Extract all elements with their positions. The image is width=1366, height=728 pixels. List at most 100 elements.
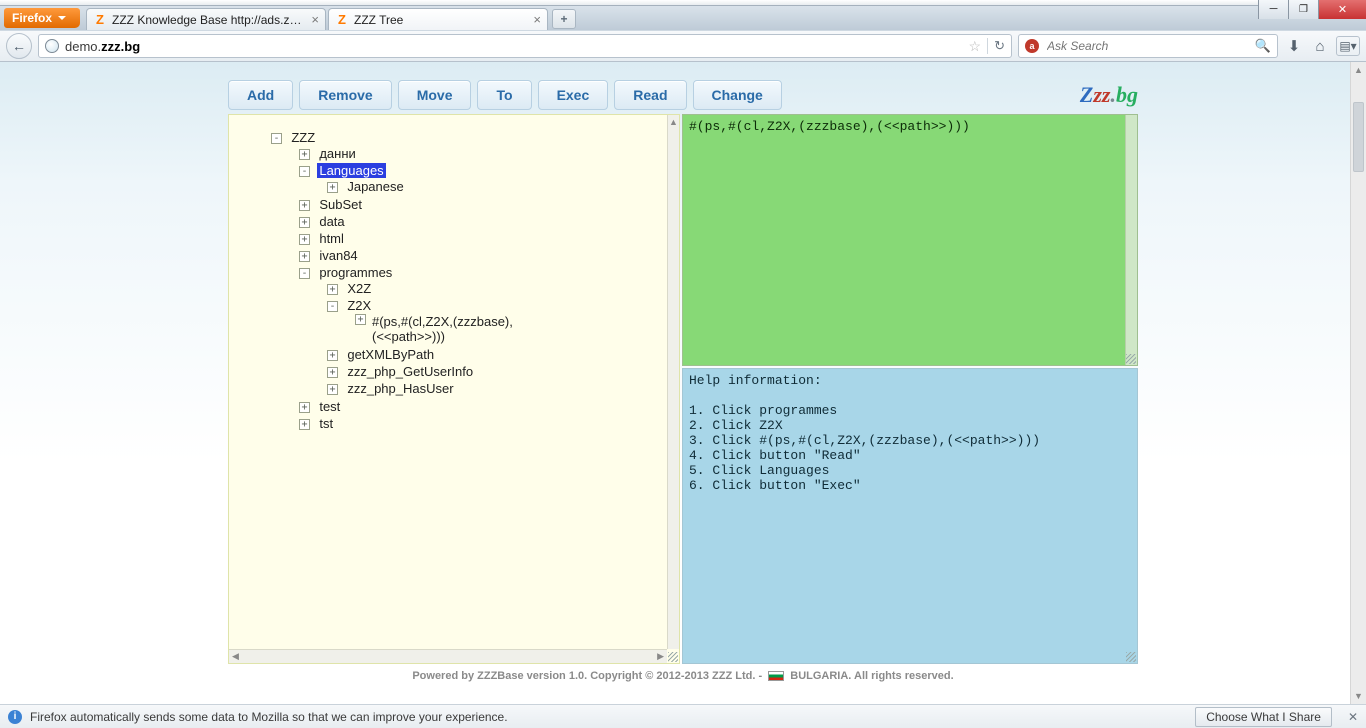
tree-toggle-icon[interactable]: - [299,166,310,177]
tab-close-icon[interactable]: × [311,12,319,27]
scroll-down-icon[interactable]: ▼ [1351,688,1366,704]
remove-button[interactable]: Remove [299,80,391,110]
search-icon[interactable]: 🔍 [1255,38,1271,54]
read-button[interactable]: Read [614,80,686,110]
resize-grip-icon[interactable] [1126,354,1136,364]
tree-vertical-scrollbar[interactable]: ▲ [667,115,679,649]
tree-toggle-icon[interactable]: - [299,268,310,279]
url-text: demo.zzz.bg [65,39,963,54]
resize-grip-icon[interactable] [668,652,678,662]
home-icon[interactable]: ⌂ [1310,36,1330,56]
scroll-right-icon[interactable]: ▶ [657,651,664,662]
tree-node[interactable]: данни [317,146,357,161]
tree-node[interactable]: tst [317,416,335,431]
search-bar[interactable]: a 🔍 [1018,34,1278,58]
tree-node-selected[interactable]: Languages [317,163,385,178]
page-footer: Powered by ZZZBase version 1.0. Copyrigh… [228,670,1138,682]
browser-tab[interactable]: Z ZZZ Knowledge Base http://ads.zzz.b...… [86,8,326,30]
tree-toggle-icon[interactable]: + [327,384,338,395]
tree-node[interactable]: SubSet [317,197,364,212]
page-viewport: ▲ ▼ Add Remove Move To Exec Read Change … [0,62,1366,704]
flag-bg-icon [768,671,784,681]
window-titlebar: ─ ❐ ✕ [0,0,1366,6]
browser-navbar: ← demo.zzz.bg ☆ ↻ a 🔍 ⬇ ⌂ ▤▾ [0,30,1366,62]
tree-node[interactable]: data [317,214,346,229]
tab-title: ZZZ Knowledge Base http://ads.zzz.b... [112,13,305,27]
search-engine-icon[interactable]: a [1025,39,1039,53]
tree-node[interactable]: programmes [317,265,394,280]
tree-toggle-icon[interactable]: + [327,284,338,295]
move-button[interactable]: Move [398,80,472,110]
tree-toggle-icon[interactable]: - [271,133,282,144]
tree-toggle-icon[interactable]: + [299,200,310,211]
nav-back-button[interactable]: ← [6,33,32,59]
tree-panel: - ZZZ + данни - Languages + Japanese [228,114,680,664]
tree-toggle-icon[interactable]: + [299,419,310,430]
tree-horizontal-scrollbar[interactable]: ◀ ▶ [229,649,667,663]
info-bar: i Firefox automatically sends some data … [0,704,1366,728]
help-text: Help information: 1. Click programmes 2.… [683,369,1137,497]
add-button[interactable]: Add [228,80,293,110]
tree-node[interactable]: getXMLByPath [345,347,436,362]
browser-tab[interactable]: Z ZZZ Tree × [328,8,548,30]
tree-node[interactable]: Japanese [345,179,405,194]
tree-node[interactable]: Z2X [345,298,373,313]
downloads-icon[interactable]: ⬇ [1284,36,1304,56]
change-button[interactable]: Change [693,80,782,110]
tree-node[interactable]: #(ps,#(cl,Z2X,(zzzbase),(<<path>>))) [370,314,540,344]
exec-button[interactable]: Exec [538,80,609,110]
window-maximize-button[interactable]: ❐ [1288,0,1318,19]
window-close-button[interactable]: ✕ [1318,0,1366,19]
tree-toggle-icon[interactable]: + [299,149,310,160]
tree-toggle-icon[interactable]: - [327,301,338,312]
new-tab-button[interactable]: + [552,9,576,29]
firefox-menu-button[interactable]: Firefox [4,8,80,28]
tree-toggle-icon[interactable]: + [299,234,310,245]
tree-toggle-icon[interactable]: + [299,251,310,262]
tree-toggle-icon[interactable]: + [327,350,338,361]
tab-close-icon[interactable]: × [533,12,541,27]
firefox-menu-label: Firefox [12,11,52,25]
choose-share-button[interactable]: Choose What I Share [1195,707,1332,727]
tab-favicon-icon: Z [335,13,349,27]
tree-node[interactable]: zzz_php_GetUserInfo [345,364,475,379]
tree-toggle-icon[interactable]: + [355,314,366,325]
window-minimize-button[interactable]: ─ [1258,0,1288,19]
tree-node[interactable]: zzz_php_HasUser [345,381,455,396]
code-vertical-scrollbar[interactable] [1125,115,1137,365]
scroll-thumb[interactable] [1353,102,1364,172]
url-bar[interactable]: demo.zzz.bg ☆ ↻ [38,34,1012,58]
info-text: Firefox automatically sends some data to… [30,710,508,724]
bookmarks-menu-icon[interactable]: ▤▾ [1336,36,1360,56]
tree-toggle-icon[interactable]: + [327,367,338,378]
tree-toggle-icon[interactable]: + [327,182,338,193]
info-icon: i [8,710,22,724]
tree-node[interactable]: ivan84 [317,248,359,263]
site-logo: Zzz.bg [1080,82,1138,108]
search-input[interactable] [1045,35,1249,57]
reload-icon[interactable]: ↻ [994,38,1005,54]
tree-node[interactable]: html [317,231,346,246]
infobar-close-icon[interactable]: ✕ [1348,710,1358,724]
help-panel: Help information: 1. Click programmes 2.… [682,368,1138,664]
scroll-up-icon[interactable]: ▲ [668,115,679,129]
bookmark-star-icon[interactable]: ☆ [969,38,982,55]
page-vertical-scrollbar[interactable]: ▲ ▼ [1350,62,1366,704]
resize-grip-icon[interactable] [1126,652,1136,662]
tree-toggle-icon[interactable]: + [299,402,310,413]
page-toolbar: Add Remove Move To Exec Read Change Zzz.… [228,80,1138,110]
tree-node[interactable]: X2Z [345,281,373,296]
globe-icon [45,39,59,53]
scroll-left-icon[interactable]: ◀ [232,651,239,662]
scroll-up-icon[interactable]: ▲ [1351,62,1366,78]
code-panel: #(ps,#(cl,Z2X,(zzzbase),(<<path>>))) [682,114,1138,366]
tab-favicon-icon: Z [93,13,107,27]
separator [987,38,988,54]
tree-node-root[interactable]: ZZZ [289,130,317,145]
browser-tabstrip: Firefox Z ZZZ Knowledge Base http://ads.… [0,6,1366,30]
code-text[interactable]: #(ps,#(cl,Z2X,(zzzbase),(<<path>>))) [683,115,1137,138]
tree-toggle-icon[interactable]: + [299,217,310,228]
to-button[interactable]: To [477,80,531,110]
tree-node[interactable]: test [317,399,342,414]
tab-title: ZZZ Tree [354,13,527,27]
